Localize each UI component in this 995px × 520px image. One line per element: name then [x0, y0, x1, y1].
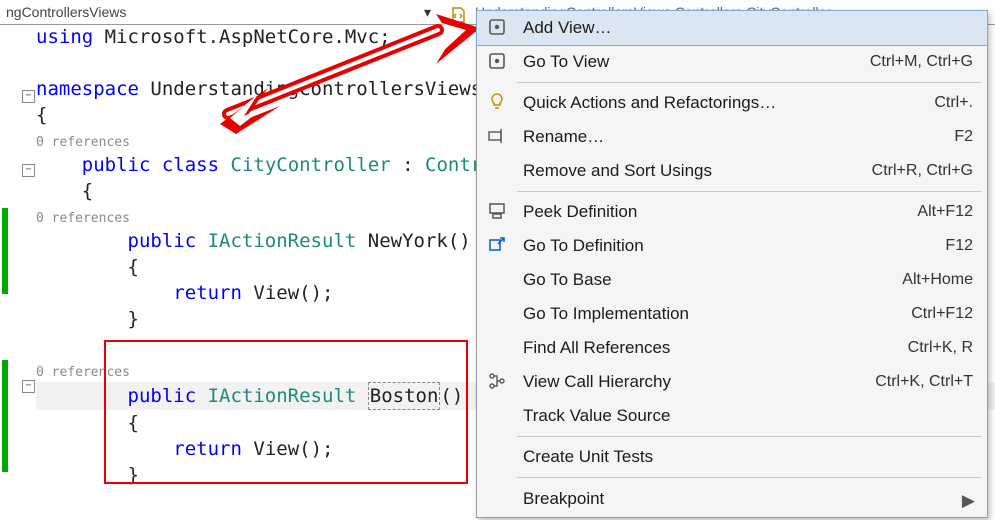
outline-toggle-icon[interactable]: − [22, 164, 35, 177]
menu-go-to-definition[interactable]: Go To Definition F12 [477, 229, 987, 263]
highlight-box [104, 340, 468, 484]
menu-go-to-implementation[interactable]: Go To Implementation Ctrl+F12 [477, 297, 987, 331]
menu-peek-definition[interactable]: Peek Definition Alt+F12 [477, 195, 987, 229]
menu-track-value-source[interactable]: Track Value Source [477, 399, 987, 433]
menu-go-to-view[interactable]: Go To View Ctrl+M, Ctrl+G [477, 45, 987, 79]
tab-title-left[interactable]: ngControllersViews [0, 4, 414, 20]
shortcut: F2 [954, 128, 973, 146]
shortcut: F12 [945, 237, 973, 255]
shortcut: Ctrl+K, R [908, 339, 973, 357]
shortcut: Ctrl+R, Ctrl+G [872, 162, 973, 180]
class-icon [449, 6, 467, 24]
lightbulb-icon [487, 92, 507, 112]
menu-separator [517, 477, 981, 478]
menu-separator [517, 436, 981, 437]
shortcut: Ctrl+F12 [911, 305, 973, 323]
outline-toggle-icon[interactable]: − [22, 90, 35, 103]
shortcut: Ctrl+. [934, 94, 973, 112]
peek-icon [487, 201, 507, 221]
tab-dropdown[interactable]: ▾ [414, 4, 441, 21]
rename-icon [487, 126, 507, 146]
menu-call-hierarchy[interactable]: View Call Hierarchy Ctrl+K, Ctrl+T [477, 365, 987, 399]
outline-toggle-icon[interactable]: − [22, 380, 35, 393]
hierarchy-icon [487, 371, 507, 391]
menu-breakpoint[interactable]: Breakpoint ▶ [477, 481, 987, 517]
menu-separator [517, 191, 981, 192]
view-icon [487, 17, 507, 37]
menu-separator [517, 82, 981, 83]
view-icon [487, 51, 507, 71]
shortcut: Alt+F12 [917, 203, 973, 221]
editor-gutter: − − − [0, 24, 36, 520]
menu-find-references[interactable]: Find All References Ctrl+K, R [477, 331, 987, 365]
change-marker [2, 208, 8, 294]
shortcut: Ctrl+K, Ctrl+T [875, 373, 973, 391]
menu-create-unit-tests[interactable]: Create Unit Tests [477, 440, 987, 474]
menu-remove-usings[interactable]: Remove and Sort Usings Ctrl+R, Ctrl+G [477, 154, 987, 188]
menu-quick-actions[interactable]: Quick Actions and Refactorings… Ctrl+. [477, 86, 987, 120]
menu-go-to-base[interactable]: Go To Base Alt+Home [477, 263, 987, 297]
change-marker [2, 360, 8, 472]
submenu-arrow-icon: ▶ [962, 491, 975, 511]
menu-add-view[interactable]: Add View… [476, 10, 988, 46]
shortcut: Ctrl+M, Ctrl+G [870, 53, 973, 71]
menu-rename[interactable]: Rename… F2 [477, 120, 987, 154]
goto-icon [487, 235, 507, 255]
shortcut: Alt+Home [902, 271, 973, 289]
context-menu: Add View… Go To View Ctrl+M, Ctrl+G Quic… [476, 10, 988, 518]
